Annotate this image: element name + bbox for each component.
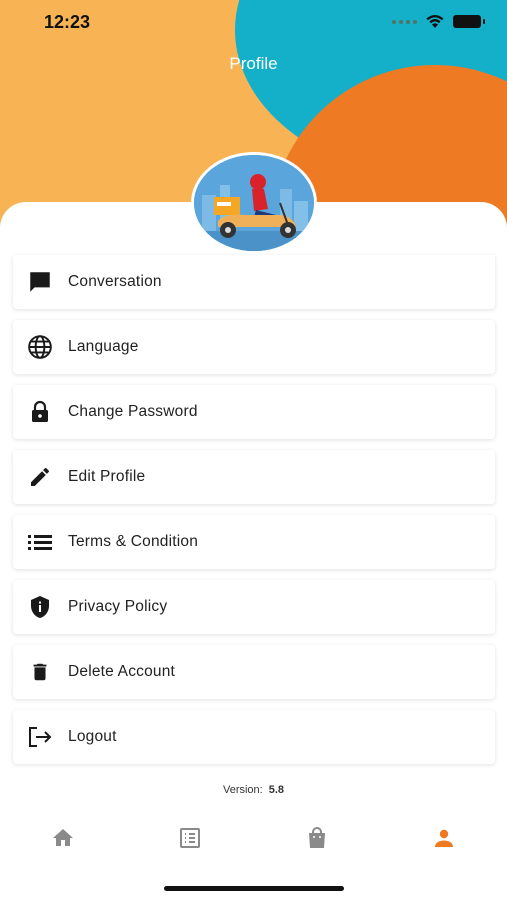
nav-orders[interactable] [127, 812, 254, 864]
menu-item-terms-condition[interactable]: Terms & Condition [13, 515, 495, 569]
status-bar: 12:23 [0, 0, 507, 46]
person-icon [434, 829, 453, 847]
menu-item-label: Language [68, 338, 139, 355]
nav-shop[interactable] [254, 812, 381, 864]
menu-item-label: Conversation [68, 273, 162, 290]
version-label: Version: [222, 784, 263, 796]
logout-icon [26, 723, 54, 751]
menu-item-language[interactable]: Language [13, 320, 495, 374]
menu-item-delete-account[interactable]: Delete Account [13, 645, 495, 699]
bottom-nav [0, 812, 507, 864]
menu-item-label: Privacy Policy [68, 598, 168, 615]
version-value: 5.8 [268, 784, 285, 796]
menu-item-label: Logout [68, 728, 117, 745]
cellular-signal-icon [392, 19, 417, 24]
menu-item-logout[interactable]: Logout [13, 710, 495, 764]
avatar[interactable] [191, 152, 317, 254]
list-icon [26, 528, 54, 556]
status-time: 12:23 [44, 12, 91, 32]
app-version: Version: 5.8 [0, 784, 507, 796]
page-title: Profile [229, 54, 278, 73]
menu-item-label: Terms & Condition [68, 533, 199, 550]
trash-icon [26, 658, 54, 686]
menu-item-label: Change Password [68, 403, 198, 420]
shield-icon [26, 593, 54, 621]
menu-item-privacy-policy[interactable]: Privacy Policy [13, 580, 495, 634]
nav-home[interactable] [0, 812, 127, 864]
pencil-icon [26, 463, 54, 491]
globe-icon [26, 333, 54, 361]
menu-item-label: Edit Profile [68, 468, 146, 485]
status-icons [392, 14, 485, 29]
menu-item-change-password[interactable]: Change Password [13, 385, 495, 439]
list-box-icon [180, 828, 201, 848]
home-icon [53, 829, 74, 846]
menu-item-edit-profile[interactable]: Edit Profile [13, 450, 495, 504]
nav-profile[interactable] [380, 812, 507, 864]
lock-icon [26, 398, 54, 426]
wifi-icon [426, 15, 444, 28]
home-indicator [164, 886, 344, 891]
menu-item-conversation[interactable]: Conversation [13, 255, 495, 309]
battery-icon [453, 15, 485, 28]
bag-icon [308, 827, 325, 848]
chat-icon [26, 268, 54, 296]
delivery-scooter-illustration [194, 155, 314, 251]
menu-item-label: Delete Account [68, 663, 176, 680]
